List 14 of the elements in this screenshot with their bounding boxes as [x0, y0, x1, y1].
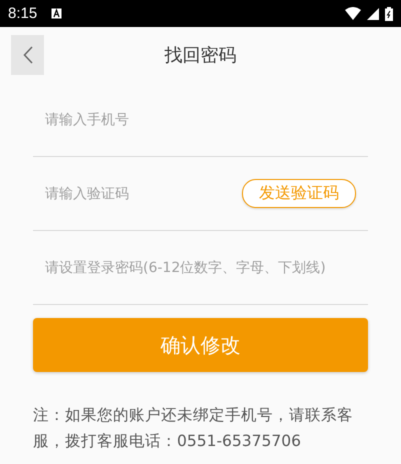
- battery-icon: [385, 6, 393, 20]
- note-text: 注：如果您的账户还未绑定手机号，请联系客服，拨打客服电话：0551-65375706: [33, 405, 354, 452]
- status-time: 8:15: [8, 5, 38, 22]
- send-code-button[interactable]: 发送验证码: [242, 179, 356, 208]
- input-field[interactable]: 请输入手机号: [33, 104, 368, 134]
- back-button[interactable]: [11, 35, 44, 75]
- keyboard-icon: [51, 8, 62, 19]
- chevron-left-icon: [22, 46, 32, 64]
- signal-icon: [367, 8, 379, 20]
- page-title: 找回密码: [164, 44, 236, 67]
- input-field[interactable]: 请输入验证码: [33, 178, 242, 208]
- wifi-icon: [345, 7, 361, 20]
- confirm-button[interactable]: 确认修改: [33, 318, 368, 372]
- input-field[interactable]: 请设置登录密码(6-12位数字、字母、下划线): [33, 252, 368, 282]
